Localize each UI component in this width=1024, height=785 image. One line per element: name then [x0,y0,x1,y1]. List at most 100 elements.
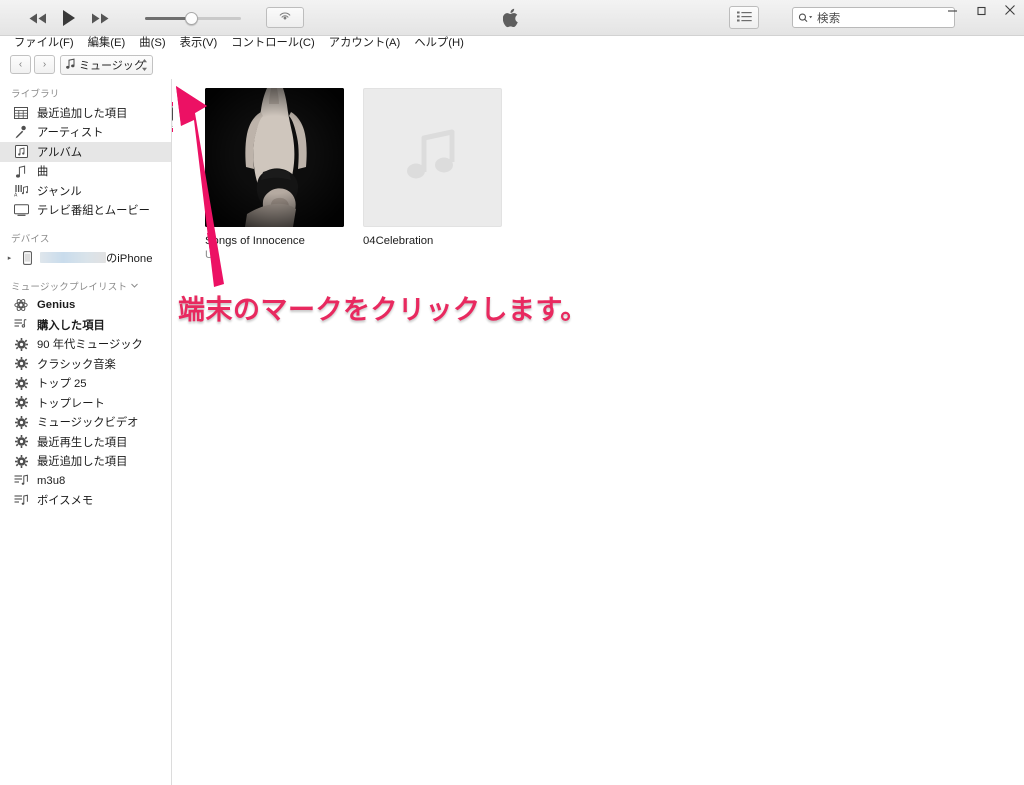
nav-arrows: ‹ › [10,55,55,74]
smart-playlist-icon [13,415,29,430]
album-grid-view: Songs of Innocence U2 04Celebration [173,79,1024,785]
menu-item-controls[interactable]: コントロール(C) [224,36,321,51]
disclosure-triangle-icon[interactable]: ▸ [5,254,14,262]
microphone-icon [13,125,29,140]
menu-item-song[interactable]: 曲(S) [132,36,172,51]
sidebar-item-playlist-90s[interactable]: 90 年代ミュージック [0,335,171,355]
tv-icon [13,203,29,218]
chevron-down-icon[interactable] [131,280,139,291]
stepper-chevrons-icon [141,58,148,72]
sidebar-item-label: Genius [37,299,76,312]
sidebar-item-label: アーティスト [37,127,104,140]
menu-item-view[interactable]: 表示(V) [173,36,225,51]
album-icon [13,144,29,159]
sidebar-item-recently-added[interactable]: 最近追加した項目 [0,103,171,123]
menu-item-edit[interactable]: 編集(E) [81,36,133,51]
menu-item-file[interactable]: ファイル(F) [7,36,81,51]
album-artwork[interactable] [205,88,344,227]
sidebar-item-playlist-purchased[interactable]: 購入した項目 [0,315,171,335]
menu-item-account[interactable]: アカウント(A) [322,36,408,51]
smart-playlist-icon [13,376,29,391]
smart-playlist-icon [13,454,29,469]
sidebar-item-label: トップ 25 [37,378,87,391]
sidebar-item-label: 90 年代ミュージック [37,339,143,352]
menu-item-help[interactable]: ヘルプ(H) [407,36,471,51]
sidebar-item-playlist-m3u8[interactable]: m3u8 [0,471,171,491]
menu-bar: ファイル(F) 編集(E) 曲(S) 表示(V) コントロール(C) アカウント… [0,36,1024,51]
sidebar-item-playlist-voice-memos[interactable]: ボイスメモ [0,491,171,511]
music-note-icon [13,164,29,179]
sidebar-item-playlist-top25[interactable]: トップ 25 [0,374,171,394]
music-note-icon [402,124,464,191]
sidebar-section-playlists[interactable]: ミュージックプレイリスト [0,268,171,296]
window-controls [944,2,1018,18]
sidebar-item-label: ミュージックビデオ [37,417,139,430]
sidebar-item-label: アルバム [37,146,83,159]
album-artwork-placeholder[interactable] [363,88,502,227]
sidebar-item-playlist-classical[interactable]: クラシック音楽 [0,354,171,374]
list-view-button[interactable] [729,6,759,29]
album-title: Songs of Innocence [205,235,305,247]
close-button[interactable] [1002,2,1018,18]
sidebar-item-label: 最近再生した項目 [37,436,128,449]
grid-icon [13,105,29,120]
sidebar-section-library: ライブラリ [11,89,60,100]
sidebar-item-playlist-music-videos[interactable]: ミュージックビデオ [0,413,171,433]
sidebar-item-label: m3u8 [37,474,66,487]
sidebar-item-playlist-recently-played[interactable]: 最近再生した項目 [0,432,171,452]
sidebar-item-label: 最近追加した項目 [37,107,128,120]
sidebar-item-songs[interactable]: 曲 [0,162,171,182]
smart-playlist-icon [13,337,29,352]
device-name-suffix: のiPhone [106,252,153,265]
album-artist: U2 [205,249,220,261]
minimize-button[interactable] [944,2,960,18]
playlist-icon [13,473,29,488]
media-kind-label: ミュージック [79,60,145,72]
sidebar-item-playlist-top-rated[interactable]: トップレート [0,393,171,413]
album-item[interactable]: Songs of Innocence U2 [205,88,344,261]
search-field[interactable]: 検索 [792,7,955,28]
device-name: のiPhone [40,250,152,266]
back-button[interactable]: ‹ [10,55,31,74]
sidebar-item-label: 購入した項目 [37,319,105,332]
sidebar-item-label: 最近追加した項目 [37,456,128,469]
sidebar-item-playlist-genius[interactable]: Genius [0,296,171,316]
sidebar-item-albums[interactable]: アルバム [0,142,171,162]
itunes-window: 検索 ファイル(F) 編集(E) 曲(S) 表示(V) コントロール(C) アカ… [0,0,1024,785]
sidebar-item-label: 曲 [37,166,49,179]
sidebar-item-genres[interactable]: A ジャンル [0,181,171,201]
genre-icon: A [13,183,29,198]
sidebar-item-label: トップレート [37,397,105,410]
media-kind-picker[interactable]: ミュージック [60,55,153,75]
smart-playlist-icon [13,395,29,410]
forward-button[interactable]: › [34,55,55,74]
album-title: 04Celebration [363,235,434,247]
music-note-icon [66,58,75,72]
navigation-bar: ‹ › ミュージック ライブラリ For You 見つける [0,51,1024,132]
svg-text:A: A [14,193,18,198]
title-bar: 検索 [0,0,1024,36]
redacted-device-name [40,251,106,263]
sidebar-item-label: クラシック音楽 [37,358,116,371]
maximize-button[interactable] [973,2,989,18]
search-placeholder: 検索 [817,12,841,25]
sidebar-item-label: ジャンル [37,185,82,198]
smart-playlist-icon [13,356,29,371]
sidebar: ライブラリ 最近追加した項目 アーティスト アルバム 曲 A ジャンル テレビ番… [0,79,172,785]
album-grid: Songs of Innocence U2 04Celebration [205,88,1024,261]
sidebar-item-device-iphone[interactable]: ▸ のiPhone [0,248,171,268]
purchased-playlist-icon [13,317,29,332]
sidebar-item-playlist-recently-added[interactable]: 最近追加した項目 [0,452,171,472]
sidebar-item-label: ボイスメモ [37,495,94,508]
sidebar-section-playlists-label: ミュージックプレイリスト [11,281,128,293]
genius-icon [13,298,29,313]
sidebar-item-label: テレビ番組とムービー [37,205,150,218]
playlist-icon [13,493,29,508]
sidebar-item-artists[interactable]: アーティスト [0,123,171,143]
search-icon [798,12,814,23]
album-item[interactable]: 04Celebration [363,88,502,261]
smart-playlist-icon [13,434,29,449]
sidebar-item-tv-and-movies[interactable]: テレビ番組とムービー [0,201,171,221]
list-view-icon [736,9,752,27]
sidebar-section-devices: デバイス [11,234,50,245]
